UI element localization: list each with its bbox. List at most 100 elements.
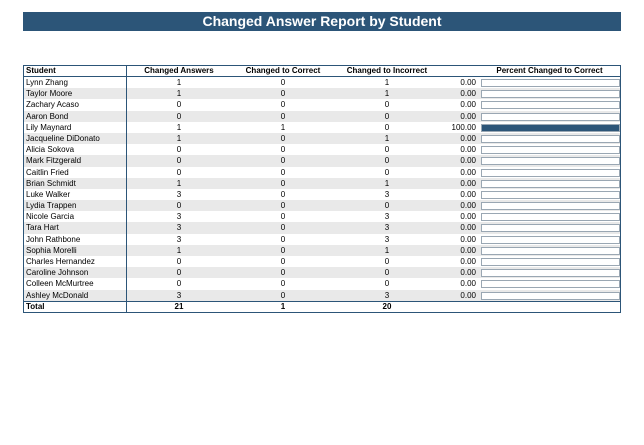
- percent-value-cell: 0.00: [460, 290, 476, 300]
- percent-bar: [481, 79, 620, 87]
- changed-to-incorrect-cell: 3: [384, 189, 390, 199]
- percent-value-cell: 0.00: [460, 111, 476, 121]
- percent-bar: [481, 202, 620, 211]
- table-row: Nicole Garcia 3 0 3 0.00: [24, 211, 620, 223]
- table-row: Luke Walker 3 0 3 0.00: [24, 188, 620, 201]
- percent-value-cell: 0.00: [460, 223, 476, 233]
- percent-bar: [481, 213, 620, 222]
- table-row: Tara Hart 3 0 3 0.00: [24, 222, 620, 234]
- percent-bar: [481, 224, 620, 233]
- student-name: Charles Hernandez: [24, 256, 127, 268]
- changed-answers-cell: 0: [176, 156, 182, 166]
- changed-to-correct-cell: 0: [280, 156, 286, 166]
- total-changed-to-incorrect: 20: [382, 301, 392, 311]
- percent-value-cell: 0.00: [460, 78, 476, 87]
- changed-to-incorrect-cell: 0: [384, 156, 390, 166]
- percent-value-cell: 0.00: [460, 89, 476, 99]
- percent-bar-cell: [481, 256, 620, 267]
- header-student: Student: [24, 66, 127, 76]
- percent-bar: [481, 179, 620, 188]
- student-name: Aaron Bond: [24, 110, 127, 122]
- changed-to-correct-cell: 0: [280, 234, 286, 244]
- changed-answers-cell: 0: [176, 279, 182, 289]
- student-name: Ashley McDonald: [24, 289, 127, 301]
- changed-answers-cell: 3: [176, 223, 182, 233]
- changed-answers-cell: 0: [176, 257, 182, 266]
- changed-to-correct-cell: 0: [280, 201, 286, 211]
- percent-bar: [481, 235, 620, 244]
- table-row: Jacqueline DiDonato 1 0 1 0.00: [24, 132, 620, 145]
- student-name: Brian Schmidt: [24, 177, 127, 189]
- changed-to-correct-cell: 0: [280, 145, 286, 155]
- changed-answers-cell: 1: [176, 78, 182, 87]
- changed-to-incorrect-cell: 3: [384, 212, 390, 222]
- table-row: Brian Schmidt 1 0 1 0.00: [24, 177, 620, 189]
- percent-bar-cell: [481, 99, 620, 110]
- percent-bar-cell: [481, 88, 620, 99]
- table-row: Sophia Morelli 1 0 1 0.00: [24, 244, 620, 256]
- table-row: Taylor Moore 1 0 1 0.00: [24, 88, 620, 100]
- percent-bar-cell: [481, 278, 620, 289]
- percent-bar-cell: [481, 122, 620, 133]
- percent-bar: [481, 291, 620, 300]
- changed-to-incorrect-cell: 1: [384, 178, 390, 188]
- percent-bar: [481, 146, 620, 155]
- changed-to-correct-cell: 0: [280, 223, 286, 233]
- percent-bar: [481, 269, 620, 278]
- percent-bar-cell: [481, 222, 620, 233]
- changed-answers-cell: 0: [176, 201, 182, 211]
- student-name: Alicia Sokova: [24, 144, 127, 156]
- report-title: Changed Answer Report by Student: [23, 12, 621, 31]
- percent-bar: [481, 134, 620, 143]
- changed-to-correct-cell: 0: [280, 178, 286, 188]
- student-name: Luke Walker: [24, 188, 127, 201]
- report-table: Student Changed Answers Changed to Corre…: [23, 65, 621, 313]
- header-changed-answers: Changed Answers: [144, 66, 214, 75]
- percent-value-cell: 0.00: [460, 201, 476, 211]
- student-name: Colleen McMurtree: [24, 278, 127, 290]
- table-row: Lynn Zhang 1 0 1 0.00: [24, 77, 620, 89]
- student-name: John Rathbone: [24, 233, 127, 245]
- changed-to-correct-cell: 0: [280, 89, 286, 99]
- changed-to-incorrect-cell: 1: [384, 245, 390, 255]
- percent-bar-cell: [481, 77, 620, 88]
- changed-to-correct-cell: 0: [280, 212, 286, 222]
- changed-to-correct-cell: 0: [280, 133, 286, 143]
- table-row: Ashley McDonald 3 0 3 0.00: [24, 289, 620, 301]
- table-row: Colleen McMurtree 0 0 0 0.00: [24, 278, 620, 290]
- total-changed-to-correct: 1: [280, 301, 286, 311]
- percent-value-cell: 0.00: [460, 257, 476, 266]
- changed-to-correct-cell: 0: [280, 78, 286, 87]
- table-body: Lynn Zhang 1 0 1 0.00 Taylor Moore 1 0 1 0.00 Zach…: [24, 77, 620, 301]
- student-name: Lynn Zhang: [24, 77, 127, 89]
- percent-value-cell: 100.00: [451, 122, 476, 132]
- changed-to-incorrect-cell: 1: [384, 78, 390, 87]
- changed-to-incorrect-cell: 0: [384, 145, 390, 155]
- changed-answers-cell: 0: [176, 100, 182, 110]
- percent-value-cell: 0.00: [460, 268, 476, 278]
- student-name: Sophia Morelli: [24, 244, 127, 256]
- table-row: Caroline Johnson 0 0 0 0.00: [24, 267, 620, 279]
- table-row: Aaron Bond 0 0 0 0.00: [24, 110, 620, 122]
- percent-value-cell: 0.00: [460, 156, 476, 166]
- percent-bar-fill: [482, 124, 619, 131]
- changed-to-correct-cell: 0: [280, 245, 286, 255]
- percent-bar: [481, 168, 620, 177]
- changed-to-correct-cell: 0: [280, 167, 286, 177]
- changed-to-incorrect-cell: 1: [384, 89, 390, 99]
- percent-bar-cell: [481, 111, 620, 122]
- percent-value-cell: 0.00: [460, 167, 476, 177]
- changed-to-incorrect-cell: 0: [384, 111, 390, 121]
- percent-bar-cell: [481, 200, 620, 211]
- changed-to-correct-cell: 0: [280, 100, 286, 110]
- percent-bar: [481, 112, 620, 121]
- changed-answers-cell: 1: [176, 89, 182, 99]
- table-row: Alicia Sokova 0 0 0 0.00: [24, 144, 620, 156]
- percent-value-cell: 0.00: [460, 145, 476, 155]
- percent-bar-cell: [481, 211, 620, 222]
- percent-bar: [481, 90, 620, 99]
- changed-to-correct-cell: 0: [280, 268, 286, 278]
- table-row: Caitlin Fried 0 0 0 0.00: [24, 166, 620, 178]
- changed-to-correct-cell: 0: [280, 290, 286, 300]
- changed-to-incorrect-cell: 0: [384, 167, 390, 177]
